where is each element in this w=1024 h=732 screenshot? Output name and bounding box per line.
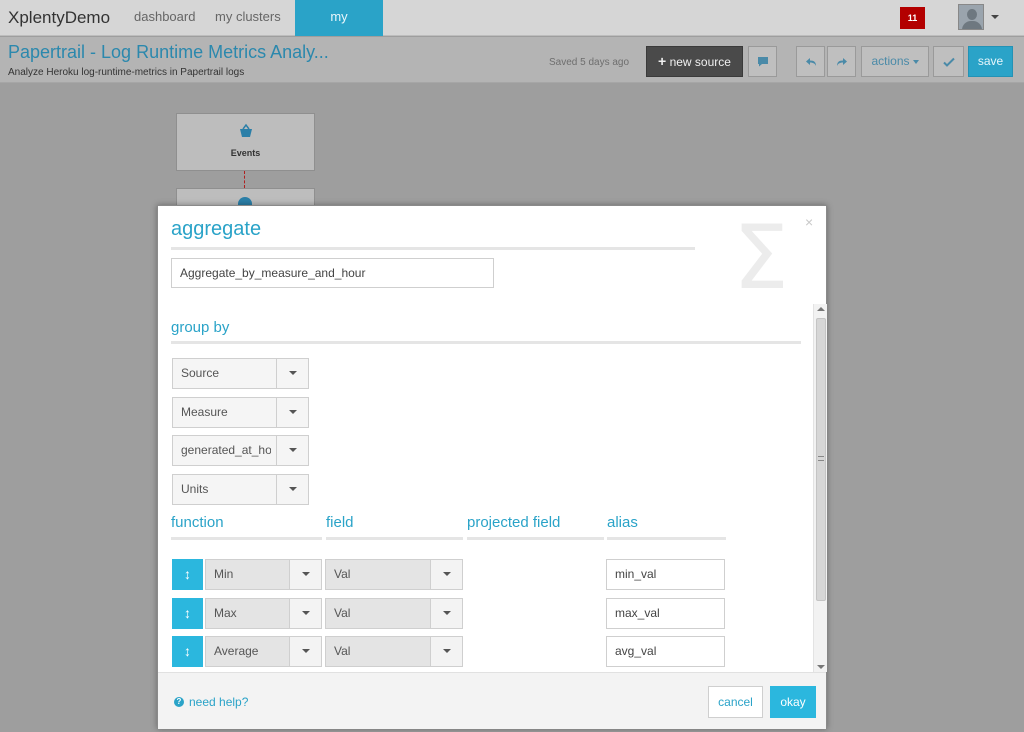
undo-icon [805, 57, 816, 66]
divider [326, 537, 463, 540]
dialog-title: aggregate [171, 218, 262, 240]
package-subtitle: Analyze Heroku log-runtime-metrics in Pa… [8, 67, 245, 78]
new-source-button[interactable]: + new source [646, 46, 743, 77]
dropdown-value: Max [214, 606, 237, 620]
grip-icon [818, 456, 824, 461]
avatar-body [962, 21, 982, 29]
caret-down-icon[interactable] [430, 599, 462, 628]
redo-button[interactable] [827, 46, 856, 77]
dropdown-value: Val [334, 567, 351, 581]
caret-down-icon[interactable] [276, 475, 308, 504]
function-dropdown[interactable]: Average [205, 636, 322, 667]
alias-input[interactable]: max_val [606, 598, 725, 629]
dropdown-value: Average [214, 644, 259, 658]
aggregate-dialog: Σ × aggregate group by Source Measure ge… [157, 205, 827, 729]
drag-handle-icon[interactable]: ↕ [172, 598, 203, 629]
dropdown-value: generated_at_ho [181, 443, 271, 457]
canvas-node-events[interactable]: Events [176, 113, 315, 171]
okay-button[interactable]: okay [770, 686, 816, 718]
avatar-head [967, 9, 977, 20]
actions-dropdown[interactable]: actions [861, 46, 929, 77]
package-title[interactable]: Papertrail - Log Runtime Metrics Analy..… [8, 42, 329, 63]
group-by-field-dropdown[interactable]: Measure [172, 397, 309, 428]
close-icon[interactable]: × [805, 214, 813, 230]
nav-my-clusters[interactable]: my clusters [207, 0, 289, 36]
column-header-field: field [326, 514, 354, 531]
divider [171, 537, 322, 540]
node-label: Events [230, 148, 261, 158]
group-by-field-dropdown[interactable]: Source [172, 358, 309, 389]
scroll-down-icon[interactable] [817, 665, 825, 669]
group-by-field-dropdown[interactable]: Units [172, 474, 309, 505]
dropdown-value: Val [334, 644, 351, 658]
field-dropdown[interactable]: Val [325, 598, 463, 629]
column-header-projected-field: projected field [467, 514, 561, 531]
drag-handle-icon[interactable]: ↕ [172, 559, 203, 590]
comment-button[interactable] [748, 46, 777, 77]
check-icon [942, 57, 955, 67]
field-dropdown[interactable]: Val [325, 559, 463, 590]
need-help-link[interactable]: need help? [189, 695, 248, 709]
brand-name[interactable]: XplentyDemo [8, 8, 110, 28]
save-button[interactable]: save [968, 46, 1013, 77]
saved-status: Saved 5 days ago [549, 57, 630, 68]
alias-input[interactable]: min_val [606, 559, 725, 590]
divider [171, 341, 801, 344]
field-dropdown[interactable]: Val [325, 636, 463, 667]
scroll-up-icon[interactable] [817, 307, 825, 311]
dropdown-value: Source [181, 366, 220, 380]
dropdown-value: Measure [181, 405, 228, 419]
dropdown-value: Min [214, 567, 234, 581]
divider [467, 537, 604, 540]
nav-dashboard[interactable]: dashboard [126, 0, 203, 36]
notifications-badge[interactable]: 11 [900, 7, 925, 29]
dialog-footer: ? need help? cancel okay [158, 672, 826, 729]
package-header: Papertrail - Log Runtime Metrics Analy..… [0, 37, 1024, 83]
drag-handle-icon[interactable]: ↕ [172, 636, 203, 667]
dialog-scroll-area[interactable]: group by Source Measure generated_at_ho … [158, 304, 828, 672]
divider [171, 247, 695, 250]
caret-down-icon[interactable] [276, 359, 308, 388]
caret-down-icon[interactable] [276, 436, 308, 465]
check-button[interactable] [933, 46, 964, 77]
dropdown-value: Units [181, 482, 209, 496]
help-icon[interactable]: ? [174, 697, 184, 707]
dropdown-value: Val [334, 606, 351, 620]
caret-down-icon[interactable] [289, 637, 321, 666]
divider [607, 537, 726, 540]
group-by-title: group by [171, 319, 230, 336]
function-dropdown[interactable]: Max [205, 598, 322, 629]
basket-icon [240, 123, 252, 137]
caret-down-icon[interactable] [289, 599, 321, 628]
comment-icon [757, 57, 768, 67]
undo-button[interactable] [796, 46, 825, 77]
redo-icon [836, 57, 847, 66]
plus-icon: + [658, 53, 667, 69]
caret-down-icon[interactable] [430, 560, 462, 589]
caret-down-icon [912, 59, 919, 64]
column-header-function: function [171, 514, 224, 531]
step-name-input[interactable] [171, 258, 494, 288]
function-dropdown[interactable]: Min [205, 559, 322, 590]
node-connector [244, 171, 245, 188]
caret-down-icon[interactable] [276, 398, 308, 427]
nav-my-packages[interactable]: my packages [295, 0, 383, 58]
chevron-down-icon[interactable] [991, 15, 999, 19]
column-header-alias: alias [607, 514, 638, 531]
vertical-scrollbar[interactable] [813, 304, 827, 672]
caret-down-icon[interactable] [289, 560, 321, 589]
new-source-label: new source [669, 55, 731, 69]
sigma-icon: Σ [733, 206, 789, 309]
cancel-button[interactable]: cancel [708, 686, 763, 718]
group-by-field-dropdown[interactable]: generated_at_ho [172, 435, 309, 466]
top-navbar: XplentyDemo dashboard my clusters my pac… [0, 0, 1024, 58]
avatar[interactable] [958, 4, 984, 30]
alias-input[interactable]: avg_val [606, 636, 725, 667]
actions-label: actions [871, 54, 910, 68]
caret-down-icon[interactable] [430, 637, 462, 666]
